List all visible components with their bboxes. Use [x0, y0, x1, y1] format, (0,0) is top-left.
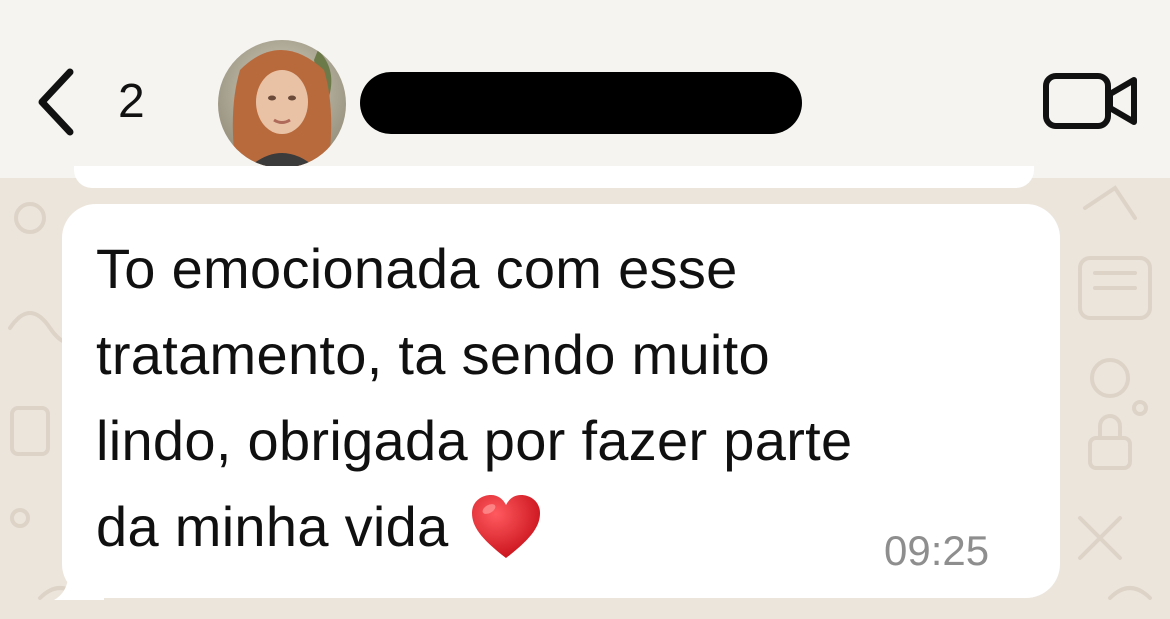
unread-count: 2 — [118, 75, 145, 128]
chat-header: 2 — [0, 0, 1170, 178]
avatar-photo — [218, 40, 346, 168]
contact-avatar[interactable] — [218, 40, 346, 168]
video-camera-icon — [1043, 73, 1137, 129]
message-time: 09:25 — [884, 527, 990, 574]
chevron-left-icon — [38, 68, 74, 136]
message-line: tratamento, ta sendo muito — [96, 323, 770, 386]
message-line: lindo, obrigada por fazer parte — [96, 409, 853, 472]
contact-name-redacted[interactable] — [360, 72, 802, 134]
back-button[interactable]: 2 — [30, 62, 170, 142]
video-call-button[interactable] — [1040, 68, 1140, 134]
previous-message-bubble — [74, 166, 1034, 188]
message-line: To emocionada com esse — [96, 237, 738, 300]
message-line: da minha vida — [96, 495, 449, 558]
message-text: To emocionada com esse tratamento, ta se… — [96, 226, 1036, 570]
heart-emoji-icon — [472, 495, 541, 558]
